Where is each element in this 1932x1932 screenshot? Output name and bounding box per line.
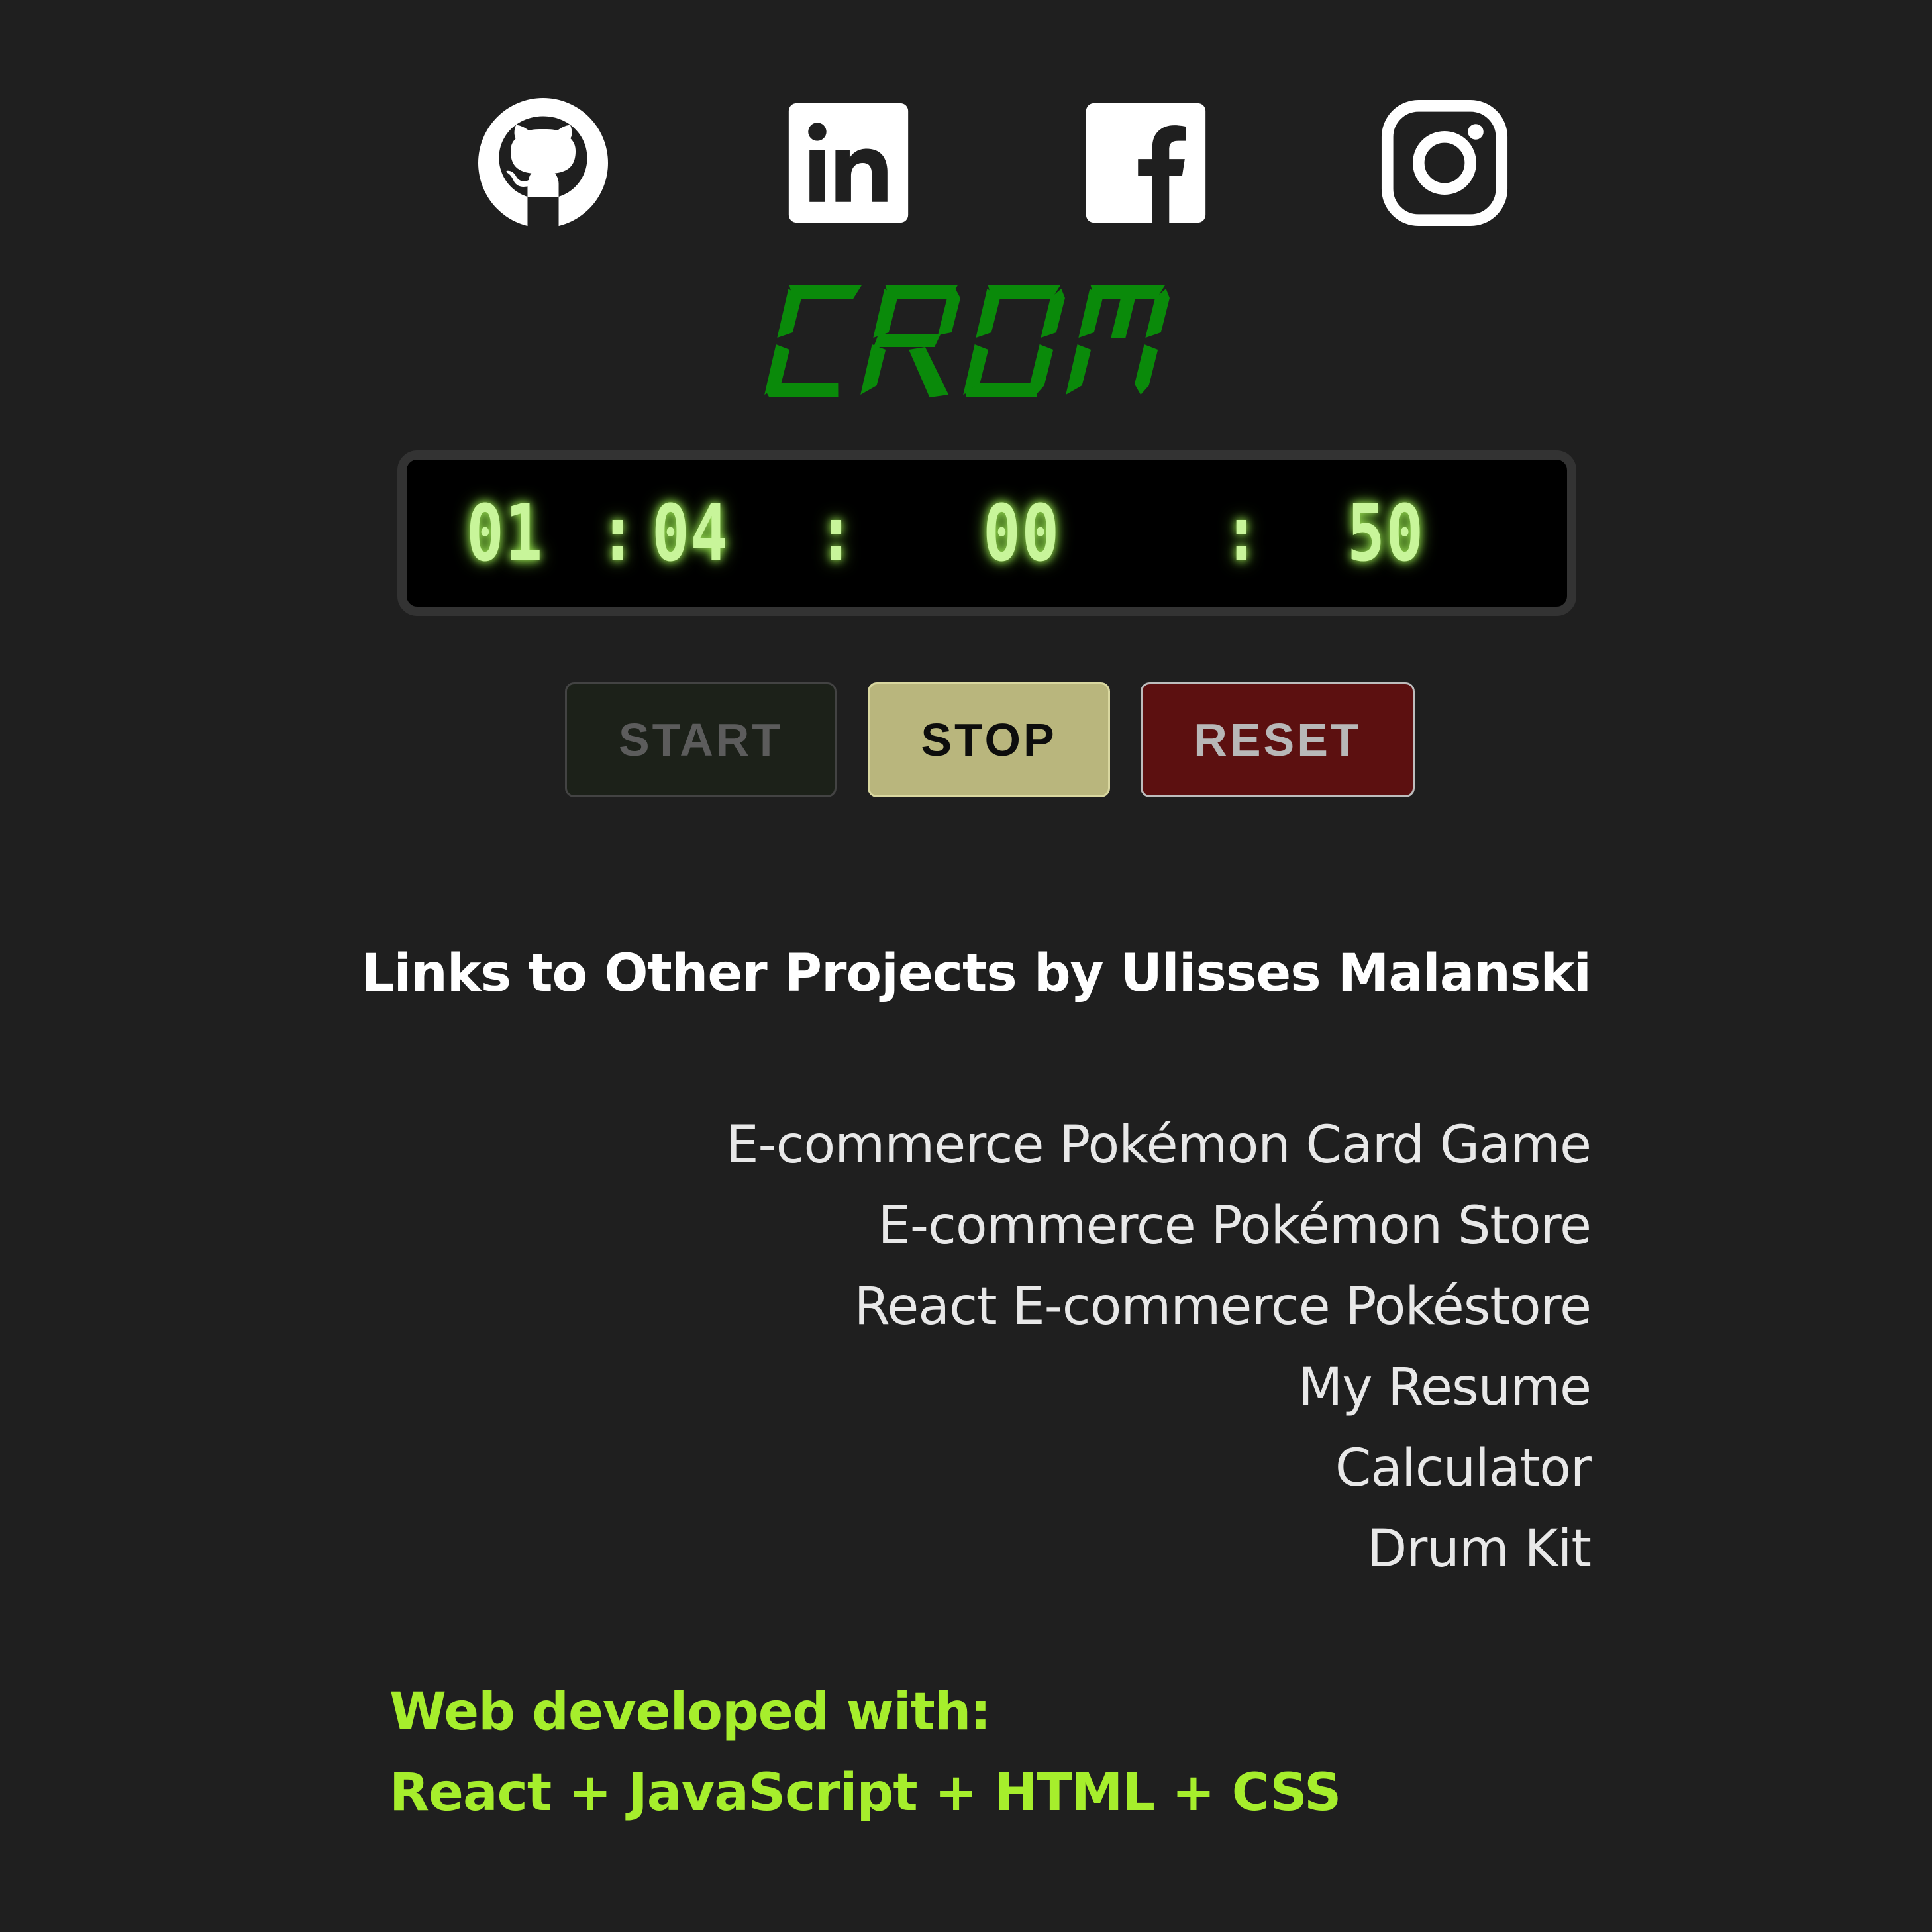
app-title-logo [764,285,1170,397]
social-links [0,98,1932,230]
project-link-resume[interactable]: My Resume [664,1347,1592,1428]
timer-centiseconds: 50 [1347,487,1425,579]
timer-separator: : [599,487,638,579]
timer-seconds: 00 [983,487,1060,579]
project-link-react-pokestore[interactable]: React E-commerce Pokéstore [664,1266,1592,1347]
project-links-list: E-commerce Pokémon Card Game E-commerce … [664,1105,1592,1590]
timer-hours: 01 [466,487,544,579]
project-link-calculator[interactable]: Calculator [664,1428,1592,1509]
links-heading: Links to Other Projects by Ulisses Malan… [361,944,1592,1003]
facebook-icon[interactable] [1081,98,1211,228]
footer-line-2: React + JavaScript + HTML + CSS [389,1763,1341,1823]
timer-minutes: 04 [652,487,729,579]
project-link-pokemon-store[interactable]: E-commerce Pokémon Store [664,1186,1592,1266]
project-link-pokemon-card-game[interactable]: E-commerce Pokémon Card Game [664,1105,1592,1186]
start-button[interactable]: START [565,682,837,797]
footer-line-1: Web developed with: [389,1682,991,1742]
reset-button[interactable]: RESET [1141,682,1415,797]
page: 01 : 04 : 00 : 50 START STOP RESET Links… [0,0,1932,1932]
timer-separator: : [817,487,856,579]
stop-button[interactable]: STOP [868,682,1110,797]
linkedin-icon[interactable] [784,98,913,228]
timer-separator: : [1223,487,1262,579]
timer-display: 01 : 04 : 00 : 50 [397,450,1576,616]
github-icon[interactable] [478,98,608,228]
instagram-icon[interactable] [1380,98,1509,228]
app-title [0,272,1932,424]
footer: Web developed with: React + JavaScript +… [389,1672,1341,1833]
project-link-drum-kit[interactable]: Drum Kit [664,1509,1592,1590]
